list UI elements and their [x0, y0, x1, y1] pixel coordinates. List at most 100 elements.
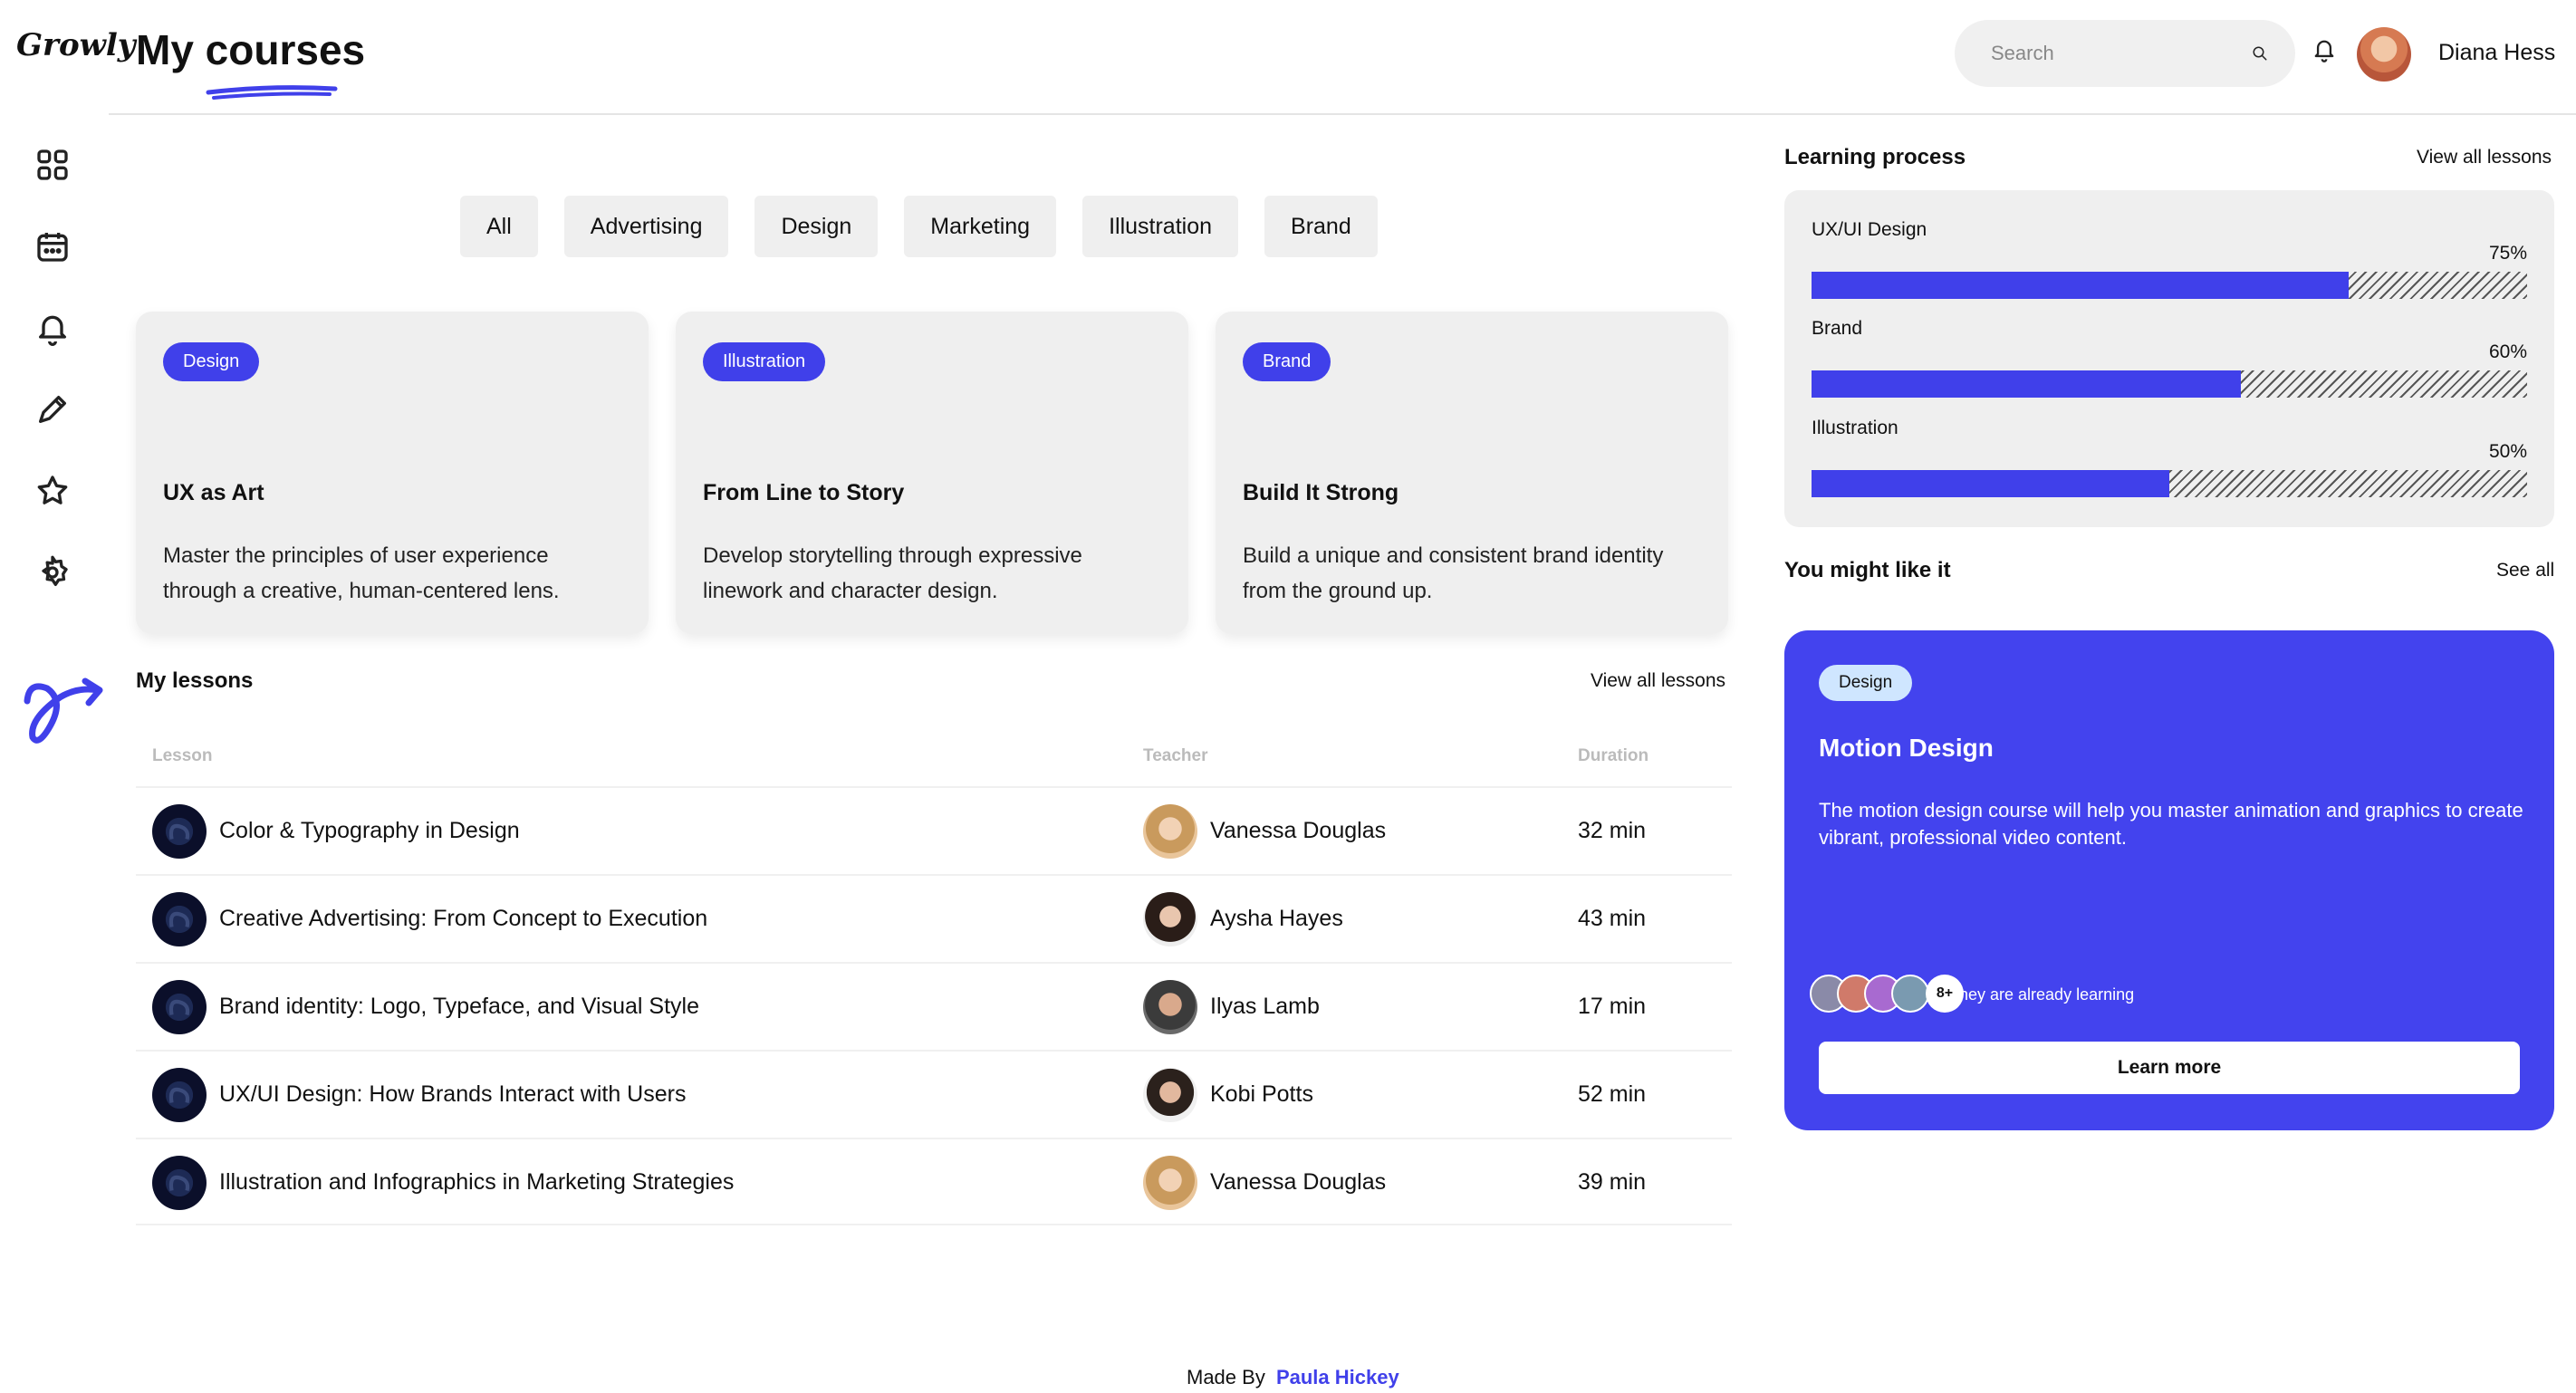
teacher-avatar — [1143, 980, 1197, 1034]
calendar-icon[interactable] — [33, 226, 72, 266]
learn-more-button[interactable]: Learn more — [1819, 1042, 2520, 1094]
progress-percent: 60% — [2488, 341, 2527, 362]
footer-prefix: Made By — [1187, 1366, 1265, 1388]
learner-avatar — [1891, 975, 1929, 1013]
course-description: Master the principles of user experience… — [163, 543, 560, 603]
user-avatar[interactable] — [2357, 27, 2411, 82]
category-filters: All Advertising Design Marketing Illustr… — [460, 196, 1378, 257]
course-description: Develop storytelling through expressive … — [703, 543, 1082, 603]
course-card[interactable]: Design UX as Art Master the principles o… — [136, 312, 649, 634]
lesson-duration: 39 min — [1578, 1169, 1647, 1195]
learning-view-all-link[interactable]: View all lessons — [2417, 147, 2552, 168]
progress-fill — [1812, 370, 2241, 398]
learning-process-panel: UX/UI Design 75% Brand 60% Illustration … — [1784, 190, 2554, 527]
page-title: My courses — [136, 26, 366, 73]
lesson-duration: 52 min — [1578, 1081, 1647, 1107]
filter-design[interactable]: Design — [755, 196, 879, 257]
learner-avatars: 8+ — [1810, 975, 1964, 1013]
column-duration: Duration — [1578, 746, 1649, 765]
table-row[interactable]: UX/UI Design: How Brands Interact with U… — [136, 1050, 1732, 1138]
lesson-name: Brand identity: Logo, Typeface, and Visu… — [219, 994, 699, 1019]
teacher-name: Ilyas Lamb — [1210, 994, 1320, 1019]
lesson-name: UX/UI Design: How Brands Interact with U… — [219, 1081, 687, 1107]
course-card[interactable]: Brand Build It Strong Build a unique and… — [1216, 312, 1728, 634]
progress-percent: 75% — [2488, 243, 2527, 264]
view-all-lessons-link[interactable]: View all lessons — [1591, 670, 1725, 692]
app-logo: Growly — [16, 27, 136, 63]
teacher-avatar — [1143, 804, 1197, 859]
search-icon[interactable] — [2252, 41, 2268, 66]
lessons-table: Color & Typography in Design Vanessa Dou… — [136, 786, 1732, 1225]
course-card[interactable]: Illustration From Line to Story Develop … — [676, 312, 1188, 634]
column-lesson: Lesson — [152, 746, 213, 765]
lesson-icon — [152, 1156, 207, 1210]
learners-text: They are already learning — [1949, 985, 2135, 1004]
course-title: UX as Art — [163, 480, 264, 505]
teacher-avatar — [1143, 1068, 1197, 1122]
progress-label: Brand — [1812, 318, 1863, 339]
progress-item: Illustration 50% — [1812, 418, 2527, 497]
notification-bell-icon[interactable] — [2312, 36, 2337, 63]
decorative-arrow-icon — [24, 677, 103, 744]
promo-badge: Design — [1819, 665, 1913, 701]
progress-label: Illustration — [1812, 418, 1898, 438]
filter-advertising[interactable]: Advertising — [563, 196, 729, 257]
progress-item: Brand 60% — [1812, 318, 2527, 398]
filter-illustration[interactable]: Illustration — [1082, 196, 1239, 257]
grid-icon[interactable] — [33, 145, 72, 185]
lesson-name: Illustration and Infographics in Marketi… — [219, 1169, 735, 1195]
progress-percent: 50% — [2488, 441, 2527, 462]
filter-all[interactable]: All — [460, 196, 538, 257]
course-badge: Brand — [1243, 342, 1331, 381]
recommended-course-card: Design Motion Design The motion design c… — [1784, 630, 2554, 1130]
filter-marketing[interactable]: Marketing — [904, 196, 1057, 257]
progress-bar — [1812, 470, 2527, 497]
see-all-link[interactable]: See all — [2496, 560, 2554, 581]
course-badge: Design — [163, 342, 260, 381]
table-row[interactable]: Color & Typography in Design Vanessa Dou… — [136, 786, 1732, 874]
learning-process-title: Learning process — [1784, 145, 1966, 169]
course-title: From Line to Story — [703, 480, 905, 505]
course-badge: Illustration — [703, 342, 826, 381]
lesson-icon — [152, 804, 207, 859]
lesson-icon — [152, 980, 207, 1034]
recommend-title: You might like it — [1784, 558, 1951, 582]
teacher-name: Vanessa Douglas — [1210, 1169, 1387, 1195]
header-divider — [109, 113, 2576, 115]
table-row[interactable]: Brand identity: Logo, Typeface, and Visu… — [136, 962, 1732, 1050]
teacher-avatar — [1143, 892, 1197, 946]
lesson-duration: 17 min — [1578, 994, 1647, 1019]
progress-bar — [1812, 272, 2527, 299]
lesson-duration: 32 min — [1578, 818, 1647, 843]
footer-credit: Made By Paula Hickey — [1187, 1366, 1399, 1389]
teacher-name: Kobi Potts — [1210, 1081, 1313, 1107]
progress-bar — [1812, 370, 2527, 398]
search-bar[interactable] — [1955, 20, 2295, 87]
progress-label: UX/UI Design — [1812, 219, 1927, 240]
user-name[interactable]: Diana Hess — [2438, 40, 2555, 66]
lesson-name: Color & Typography in Design — [219, 818, 520, 843]
search-input[interactable] — [1991, 42, 2252, 65]
table-row[interactable]: Illustration and Infographics in Marketi… — [136, 1138, 1732, 1225]
progress-fill — [1812, 470, 2169, 497]
lessons-section-title: My lessons — [136, 668, 254, 693]
course-title: Build It Strong — [1243, 480, 1399, 505]
progress-fill — [1812, 272, 2349, 299]
lesson-duration: 43 min — [1578, 906, 1647, 931]
teacher-name: Vanessa Douglas — [1210, 818, 1387, 843]
lesson-name: Creative Advertising: From Concept to Ex… — [219, 906, 708, 931]
pencil-icon[interactable] — [33, 389, 72, 429]
table-row[interactable]: Creative Advertising: From Concept to Ex… — [136, 874, 1732, 962]
title-underline — [206, 85, 338, 100]
footer-author-link[interactable]: Paula Hickey — [1276, 1366, 1399, 1388]
filter-brand[interactable]: Brand — [1264, 196, 1378, 257]
teacher-name: Aysha Hayes — [1210, 906, 1343, 931]
lesson-icon — [152, 892, 207, 946]
star-icon[interactable] — [33, 471, 72, 511]
promo-course-title: Motion Design — [1819, 734, 1994, 762]
progress-item: UX/UI Design 75% — [1812, 219, 2527, 299]
settings-icon[interactable] — [33, 552, 72, 592]
course-description: Build a unique and consistent brand iden… — [1243, 543, 1664, 603]
bell-icon[interactable] — [33, 308, 72, 348]
promo-description: The motion design course will help you m… — [1819, 799, 2523, 849]
